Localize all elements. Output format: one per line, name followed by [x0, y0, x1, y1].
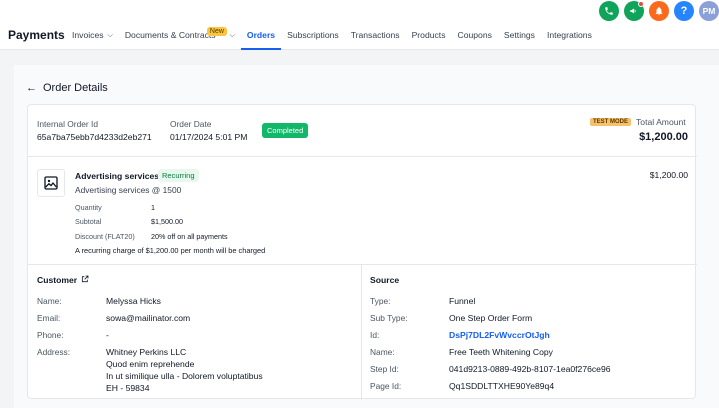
- nav-label: Settings: [503, 30, 535, 40]
- app-title: Payments: [8, 28, 65, 42]
- test-mode-badge: TEST MODE: [590, 118, 632, 126]
- nav-orders[interactable]: Orders: [240, 0, 282, 50]
- customer-email-label: Email:: [37, 313, 61, 323]
- recurring-badge: Recurring: [158, 169, 199, 182]
- customer-address-label: Address:: [37, 347, 71, 357]
- phone-icon[interactable]: [599, 1, 619, 21]
- nav-label: Orders: [246, 30, 276, 40]
- order-summary: Internal Order Id 65a7ba75ebb7d4233d2eb2…: [28, 105, 697, 157]
- image-placeholder-icon: [37, 169, 65, 197]
- source-id-label: Id:: [370, 330, 380, 340]
- megaphone-icon[interactable]: [624, 1, 644, 21]
- nav-documents-contracts[interactable]: Documents & Contracts ⌵ New: [119, 0, 241, 50]
- internal-order-id: Internal Order Id 65a7ba75ebb7d4233d2eb2…: [37, 119, 152, 142]
- notification-dot: [638, 1, 644, 7]
- header-actions: ? PM: [594, 1, 719, 21]
- customer-phone-value: -: [106, 330, 109, 340]
- avatar[interactable]: PM: [699, 1, 719, 21]
- customer-phone-label: Phone:: [37, 330, 64, 340]
- step-id-label: Step Id:: [370, 364, 399, 374]
- source-section: Source Type: Funnel Sub Type: One Step O…: [362, 265, 697, 400]
- subtotal-label: Subtotal: [75, 217, 102, 226]
- address-line: In ut similique ulla - Dolorem voluptati…: [106, 371, 263, 381]
- discount-label: Discount (FLAT20): [75, 232, 135, 241]
- product-price: $1,200.00: [649, 170, 688, 180]
- customer-email-value: sowa@mailinator.com: [106, 313, 191, 323]
- source-subtype-label: Sub Type:: [370, 313, 408, 323]
- nav-label: Invoices: [72, 30, 104, 40]
- customer-name-value: Melyssa Hicks: [106, 296, 161, 306]
- bell-icon[interactable]: [649, 1, 669, 21]
- source-type-value: Funnel: [449, 296, 476, 306]
- recurring-charge-note: A recurring charge of $1,200.00 per mont…: [75, 246, 266, 255]
- source-subtype-value: One Step Order Form: [449, 313, 533, 323]
- external-link-icon[interactable]: [81, 275, 89, 285]
- page-id-value: Qq1SDDLTTXHE90Ye89q4: [449, 381, 555, 391]
- step-id-value: 041d9213-0889-492b-8107-1ea0f276ce96: [449, 364, 611, 374]
- nav-invoices[interactable]: Invoices ⌵: [66, 0, 119, 50]
- source-heading-label: Source: [370, 275, 400, 285]
- arrow-left-icon: ←: [26, 82, 37, 94]
- order-details-card: Internal Order Id 65a7ba75ebb7d4233d2eb2…: [27, 104, 697, 400]
- nav-label: Documents & Contracts: [124, 30, 216, 40]
- nav-products[interactable]: Products: [406, 0, 452, 50]
- source-id-link[interactable]: DsPj7DL2FvWvccrOtJgh: [449, 330, 550, 340]
- new-badge: New: [206, 27, 227, 36]
- customer-section: Customer Name: Melyssa Hicks Email: sowa…: [28, 265, 362, 400]
- discount-value: 20% off on all payments: [151, 232, 228, 241]
- page-id-label: Page Id:: [370, 381, 402, 391]
- subtotal-value: $1,500.00: [151, 217, 183, 226]
- help-icon[interactable]: ?: [674, 1, 694, 21]
- internal-order-id-value: 65a7ba75ebb7d4233d2eb271: [37, 132, 152, 142]
- quantity-value: 1: [151, 203, 155, 212]
- nav-label: Coupons: [457, 30, 492, 40]
- nav-subscriptions[interactable]: Subscriptions: [281, 0, 345, 50]
- chevron-down-icon: ⌵: [107, 32, 113, 39]
- page-title: Order Details: [43, 82, 108, 94]
- product-description: Advertising services @ 1500: [75, 185, 182, 195]
- top-navigation-bar: Payments Invoices ⌵ Documents & Contract…: [0, 0, 719, 50]
- customer-heading-label: Customer: [37, 275, 78, 285]
- nav-label: Integrations: [546, 30, 592, 40]
- total-amount-value: $1,200.00: [639, 131, 688, 143]
- quantity-label: Quantity: [75, 203, 102, 212]
- order-date: Order Date 01/17/2024 5:01 PM: [170, 119, 247, 142]
- source-heading: Source: [370, 275, 399, 285]
- nav-label: Transactions: [350, 30, 400, 40]
- nav-coupons[interactable]: Coupons: [452, 0, 498, 50]
- product-name: Advertising services: [75, 171, 160, 181]
- source-name-value: Free Teeth Whitening Copy: [449, 347, 553, 357]
- nav-integrations[interactable]: Integrations: [541, 0, 598, 50]
- internal-order-id-label: Internal Order Id: [37, 119, 98, 129]
- address-line: Quod enim reprehende: [106, 359, 195, 369]
- nav-label: Products: [411, 30, 446, 40]
- nav-transactions[interactable]: Transactions: [345, 0, 406, 50]
- chevron-down-icon: ⌵: [229, 32, 235, 39]
- source-name-label: Name:: [370, 347, 395, 357]
- back-button[interactable]: ← Order Details: [26, 82, 108, 94]
- nav-settings[interactable]: Settings: [498, 0, 541, 50]
- order-date-label: Order Date: [170, 119, 212, 129]
- nav-label: Subscriptions: [287, 30, 339, 40]
- source-type-label: Type:: [370, 296, 391, 306]
- address-line: Whitney Perkins LLC: [106, 347, 187, 357]
- customer-name-label: Name:: [37, 296, 62, 306]
- address-line: EH - 59834: [106, 383, 150, 393]
- total-amount-label: Total Amount: [636, 117, 686, 127]
- product-line-item: Advertising services Recurring Advertisi…: [28, 157, 697, 265]
- customer-heading[interactable]: Customer: [37, 275, 89, 285]
- status-badge: Completed: [262, 123, 309, 138]
- main-nav: Invoices ⌵ Documents & Contracts ⌵ New O…: [66, 0, 598, 50]
- order-date-value: 01/17/2024 5:01 PM: [170, 132, 248, 142]
